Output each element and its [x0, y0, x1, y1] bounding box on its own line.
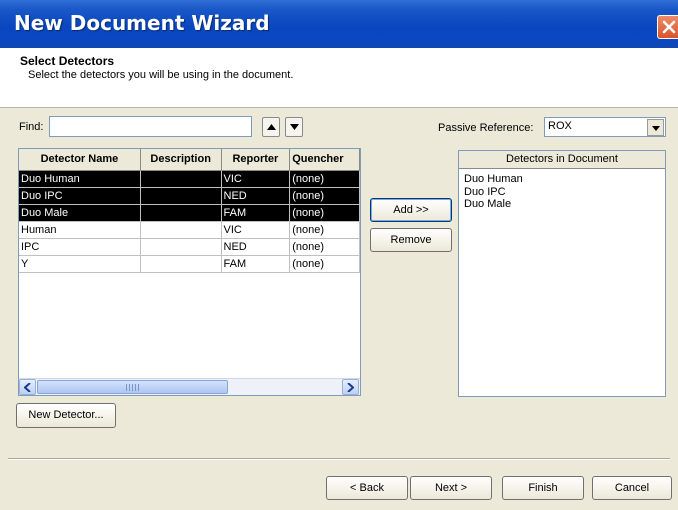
cancel-button[interactable]: Cancel: [592, 476, 672, 500]
cell-description: [140, 187, 222, 205]
wizard-header: Select Detectors Select the detectors yo…: [0, 48, 678, 108]
page-title: Select Detectors: [20, 54, 115, 68]
find-label: Find:: [19, 121, 44, 133]
arrow-up-icon: [267, 124, 276, 130]
finish-button[interactable]: Finish: [502, 476, 584, 500]
cell-reporter: FAM: [221, 255, 291, 273]
remove-button[interactable]: Remove: [370, 228, 452, 252]
passive-reference-dropdown-button[interactable]: [647, 119, 664, 136]
list-item[interactable]: Duo Male: [464, 198, 523, 211]
page-subtitle: Select the detectors you will be using i…: [28, 69, 294, 81]
move-down-button[interactable]: [285, 117, 303, 137]
cell-description: [140, 255, 222, 273]
horizontal-scrollbar[interactable]: [19, 378, 360, 395]
cell-detector-name: Duo IPC: [19, 187, 141, 205]
separator: [8, 458, 670, 460]
column-header-description[interactable]: Description: [140, 149, 222, 171]
find-input[interactable]: [49, 116, 252, 137]
detectors-in-document-list[interactable]: Detectors in Document Duo Human Duo IPC …: [458, 150, 666, 397]
cell-quencher: (none): [289, 187, 360, 205]
cell-detector-name: Human: [19, 221, 141, 239]
column-header-reporter[interactable]: Reporter: [221, 149, 291, 171]
scrollbar-grip-icon: [126, 384, 140, 391]
list-item[interactable]: Duo Human: [464, 173, 523, 186]
cell-quencher: (none): [289, 204, 360, 222]
chevron-down-icon: [652, 126, 660, 131]
title-bar: New Document Wizard: [0, 0, 678, 48]
cell-description: [140, 221, 222, 239]
table-row[interactable]: Duo Human VIC (none): [19, 170, 360, 188]
table-row[interactable]: Duo Male FAM (none): [19, 204, 360, 222]
cell-detector-name: IPC: [19, 238, 141, 256]
list-item[interactable]: Duo IPC: [464, 186, 523, 199]
new-detector-button[interactable]: New Detector...: [16, 403, 116, 428]
add-button[interactable]: Add >>: [370, 198, 452, 222]
cell-reporter: FAM: [221, 204, 291, 222]
move-up-button[interactable]: [262, 117, 280, 137]
cell-quencher: (none): [289, 255, 360, 273]
window-title: New Document Wizard: [14, 11, 270, 35]
cell-reporter: VIC: [221, 170, 291, 188]
passive-reference-label: Passive Reference:: [438, 122, 534, 134]
column-header-detector-name[interactable]: Detector Name: [19, 149, 141, 171]
cell-quencher: (none): [289, 238, 360, 256]
scroll-right-button[interactable]: [342, 379, 359, 395]
close-button[interactable]: [657, 15, 678, 39]
cell-quencher: (none): [289, 170, 360, 188]
scrollbar-thumb[interactable]: [37, 380, 228, 394]
table-row[interactable]: Duo IPC NED (none): [19, 187, 360, 205]
table-header-row: Detector Name Description Reporter Quenc…: [19, 149, 360, 171]
cell-description: [140, 238, 222, 256]
passive-reference-select[interactable]: ROX: [544, 117, 666, 137]
arrow-left-icon: [24, 383, 31, 392]
table-row[interactable]: IPC NED (none): [19, 238, 360, 256]
cell-detector-name: Duo Male: [19, 204, 141, 222]
cell-description: [140, 204, 222, 222]
arrow-down-icon: [290, 124, 299, 130]
cell-detector-name: Y: [19, 255, 141, 273]
cell-detector-name: Duo Human: [19, 170, 141, 188]
back-button[interactable]: < Back: [326, 476, 408, 500]
cell-reporter: NED: [221, 238, 291, 256]
cell-description: [140, 170, 222, 188]
cell-reporter: NED: [221, 187, 291, 205]
table-row[interactable]: Human VIC (none): [19, 221, 360, 239]
cell-quencher: (none): [289, 221, 360, 239]
scroll-left-button[interactable]: [19, 379, 36, 395]
next-button[interactable]: Next >: [410, 476, 492, 500]
detector-table[interactable]: Detector Name Description Reporter Quenc…: [18, 148, 361, 396]
close-icon: [662, 20, 676, 34]
column-header-quencher[interactable]: Quencher: [289, 149, 360, 171]
cell-reporter: VIC: [221, 221, 291, 239]
arrow-right-icon: [347, 383, 354, 392]
list-header: Detectors in Document: [459, 151, 665, 169]
table-row[interactable]: Y FAM (none): [19, 255, 360, 273]
passive-reference-value: ROX: [548, 120, 572, 132]
